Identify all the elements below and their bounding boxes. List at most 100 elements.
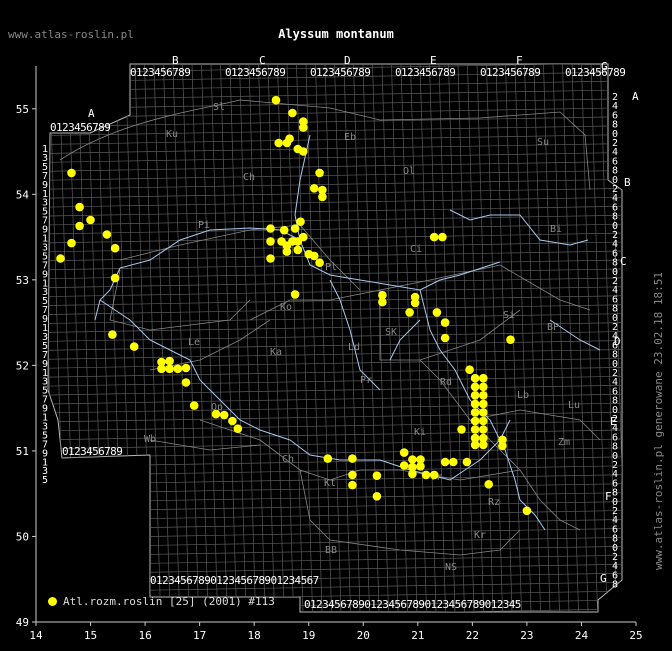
- border-line: [149, 439, 261, 451]
- occurrence-point: [484, 480, 494, 489]
- occurrence-point: [440, 333, 450, 343]
- occurrence-point: [266, 254, 275, 263]
- occurrence-point: [309, 251, 319, 261]
- x-tick-label: 14: [29, 629, 43, 642]
- grid-line-h: [48, 438, 622, 450]
- occurrence-point: [479, 399, 488, 409]
- occurrence-point: [110, 243, 120, 253]
- occurrence-point: [165, 356, 174, 366]
- occurrence-point: [290, 224, 300, 233]
- grid-digits-top: 0123456789: [130, 66, 190, 79]
- grid-line-h: [48, 277, 622, 289]
- distribution-map: 0123456789B0123456789C0123456789D0123456…: [16, 54, 643, 642]
- occurrence-point: [429, 470, 439, 480]
- grid-line-h: [48, 331, 622, 342]
- occurrence-point: [479, 440, 488, 450]
- x-tick-label: 16: [138, 629, 151, 642]
- region-label: Ku: [166, 129, 178, 140]
- occurrence-point: [296, 217, 305, 226]
- region-label: Ld: [348, 342, 360, 353]
- occurrence-point: [440, 457, 450, 467]
- grid-line-h: [48, 456, 622, 468]
- occurrence-point: [479, 408, 488, 417]
- grid-line-v: [144, 64, 161, 612]
- occurrence-point: [67, 238, 76, 248]
- grid-line-h: [48, 581, 622, 593]
- grid-letter-top: F: [516, 54, 523, 67]
- grid-line-h: [48, 563, 622, 575]
- x-tick-label: 18: [248, 629, 261, 642]
- occurrence-point: [449, 457, 458, 467]
- occurrence-point: [522, 506, 532, 516]
- occurrence-point: [315, 258, 324, 268]
- occurrence-point: [421, 470, 431, 480]
- occurrence-point: [75, 202, 84, 212]
- region-label: Kt: [324, 478, 336, 489]
- occurrence-point: [67, 168, 76, 178]
- occurrence-point: [315, 168, 324, 178]
- occurrence-point: [110, 273, 120, 283]
- occurrence-point: [165, 364, 174, 374]
- grid-letter-right: B: [624, 176, 631, 189]
- occurrence-point: [470, 373, 480, 383]
- river-line: [329, 279, 381, 391]
- grid-digits-top: 0123456789: [480, 66, 540, 79]
- region-label: Ko: [280, 302, 292, 313]
- occurrence-point: [470, 425, 480, 434]
- occurrence-point: [470, 440, 480, 450]
- x-tick-label: 15: [84, 629, 97, 642]
- grid-line-v: [172, 64, 190, 612]
- grid-line-h: [48, 205, 622, 217]
- occurrence-point: [299, 232, 308, 242]
- region-label: Lu: [568, 400, 580, 411]
- legend-marker: [48, 597, 57, 606]
- occurrence-point: [181, 363, 191, 373]
- occurrence-point: [410, 298, 420, 308]
- occurrence-point: [470, 408, 480, 417]
- grid-digits-top: 0123456789: [225, 66, 285, 79]
- y-tick-label: 53: [16, 274, 29, 287]
- occurrence-point: [211, 409, 221, 419]
- x-tick-label: 17: [193, 629, 206, 642]
- grid-letter-top: G: [601, 60, 608, 73]
- region-label: Le: [188, 337, 200, 348]
- occurrence-point: [470, 416, 480, 426]
- grid-letter-top: B: [172, 54, 179, 67]
- region-label: BP: [547, 322, 559, 333]
- occurrence-point: [309, 184, 319, 193]
- grid-line-v: [115, 64, 133, 612]
- grid-digits-bottom: 012345678901234567890123456789012345: [304, 598, 521, 611]
- occurrence-point: [282, 138, 292, 148]
- grid-digits-bottom: 0123456789: [62, 445, 122, 458]
- region-label: SK: [385, 327, 397, 338]
- occurrence-point: [274, 138, 284, 148]
- grid-line-v: [381, 64, 399, 612]
- grid-line-h: [48, 241, 622, 253]
- grid-digit-right: 8: [612, 580, 618, 591]
- occurrence-point: [173, 364, 183, 374]
- region-label: Ch: [282, 454, 294, 465]
- occurrence-point: [282, 247, 292, 256]
- occurrence-point: [399, 448, 409, 457]
- grid-line-v: [581, 64, 598, 612]
- grid-letter-a: A: [88, 107, 95, 120]
- occurrence-point: [266, 237, 275, 246]
- region-label: Bi: [550, 224, 562, 235]
- grid-line-h: [48, 554, 622, 566]
- grid-line-v: [315, 64, 332, 612]
- grid-line-h: [48, 349, 622, 360]
- grid-letter-right: A: [632, 90, 639, 103]
- region-label: Su: [537, 137, 549, 148]
- y-tick-label: 54: [16, 188, 30, 201]
- x-tick-label: 19: [302, 629, 315, 642]
- grid-letter-right: E: [610, 415, 617, 428]
- grid-line-v: [590, 64, 608, 612]
- occurrence-point: [228, 416, 237, 426]
- grid-letter-right: D: [614, 335, 621, 348]
- grid-line-h: [48, 214, 622, 226]
- occurrence-point: [479, 391, 488, 400]
- generated-text: www.atlas-roslin.pl generowane 23.02.18 …: [652, 271, 665, 570]
- y-tick-label: 55: [16, 103, 29, 116]
- occurrence-point: [438, 232, 447, 242]
- region-label: Wb: [144, 434, 156, 445]
